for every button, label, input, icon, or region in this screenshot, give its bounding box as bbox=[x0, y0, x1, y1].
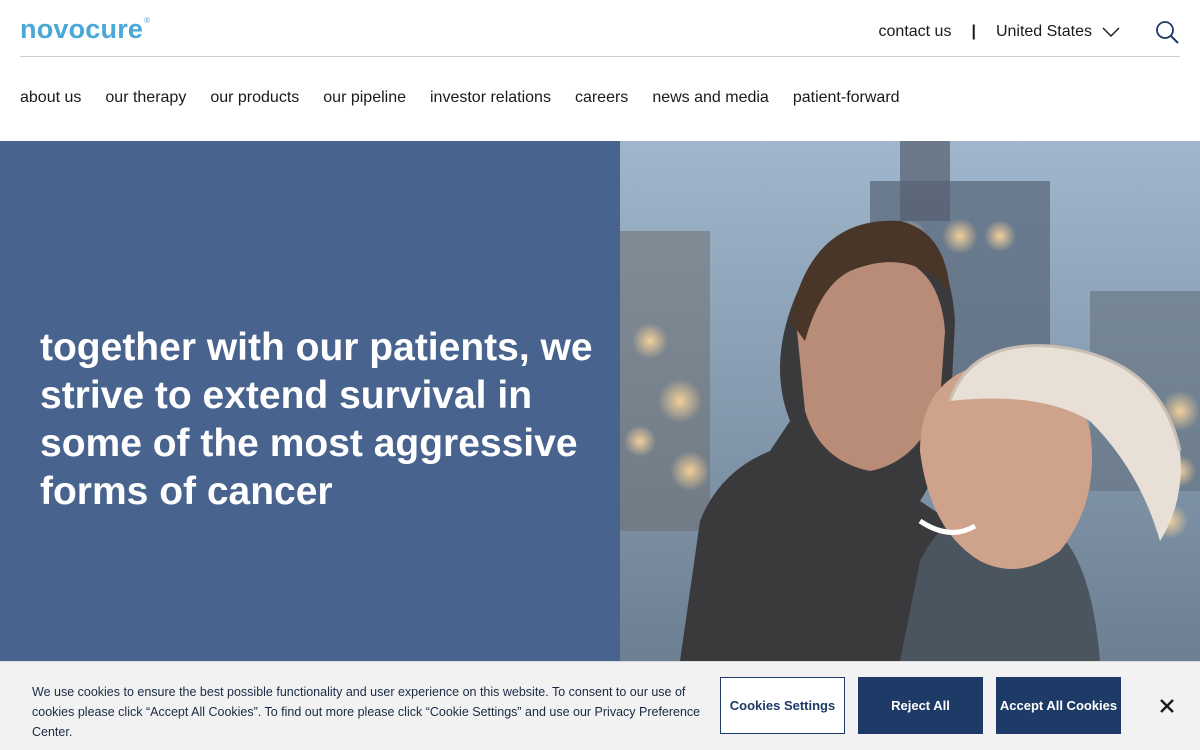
nav-item-our-therapy[interactable]: our therapy bbox=[105, 88, 186, 108]
cookies-settings-button[interactable]: Cookies Settings bbox=[720, 677, 845, 734]
hero-text-panel: together with our patients, we strive to… bbox=[0, 141, 620, 661]
nav-item-patient-forward[interactable]: patient-forward bbox=[793, 88, 900, 108]
nav-item-about-us[interactable]: about us bbox=[20, 88, 81, 108]
contact-us-link[interactable]: contact us bbox=[879, 23, 952, 41]
chevron-down-icon bbox=[1102, 27, 1120, 38]
cookie-banner: We use cookies to ensure the best possib… bbox=[0, 661, 1200, 750]
reject-all-button[interactable]: Reject All bbox=[858, 677, 983, 734]
novocure-logo[interactable]: novocure ® bbox=[20, 13, 151, 44]
hero-headline: together with our patients, we strive to… bbox=[40, 326, 593, 513]
hero-section: together with our patients, we strive to… bbox=[0, 141, 1200, 661]
nav-item-news-and-media[interactable]: news and media bbox=[652, 88, 769, 108]
header-divider bbox=[20, 56, 1180, 57]
nav-item-investor-relations[interactable]: investor relations bbox=[430, 88, 551, 108]
nav-item-our-pipeline[interactable]: our pipeline bbox=[323, 88, 406, 108]
country-label: United States bbox=[995, 23, 1092, 40]
close-icon[interactable] bbox=[1156, 695, 1178, 717]
main-nav: about us our therapy our products our pi… bbox=[20, 88, 924, 108]
logo-text: novocure bbox=[20, 13, 144, 44]
logo-registered-mark: ® bbox=[144, 15, 151, 25]
utility-nav: contact us | United States bbox=[879, 20, 1180, 44]
cookie-text: We use cookies to ensure the best possib… bbox=[32, 685, 701, 739]
site-header: novocure ® contact us | United States ab… bbox=[0, 0, 1200, 141]
nav-item-our-products[interactable]: our products bbox=[210, 88, 299, 108]
search-icon[interactable] bbox=[1154, 19, 1180, 45]
utility-separator: | bbox=[971, 23, 976, 40]
hero-photo bbox=[620, 141, 1200, 661]
accept-all-cookies-button[interactable]: Accept All Cookies bbox=[996, 677, 1121, 734]
nav-item-careers[interactable]: careers bbox=[575, 88, 628, 108]
country-selector[interactable]: United States bbox=[996, 23, 1120, 41]
